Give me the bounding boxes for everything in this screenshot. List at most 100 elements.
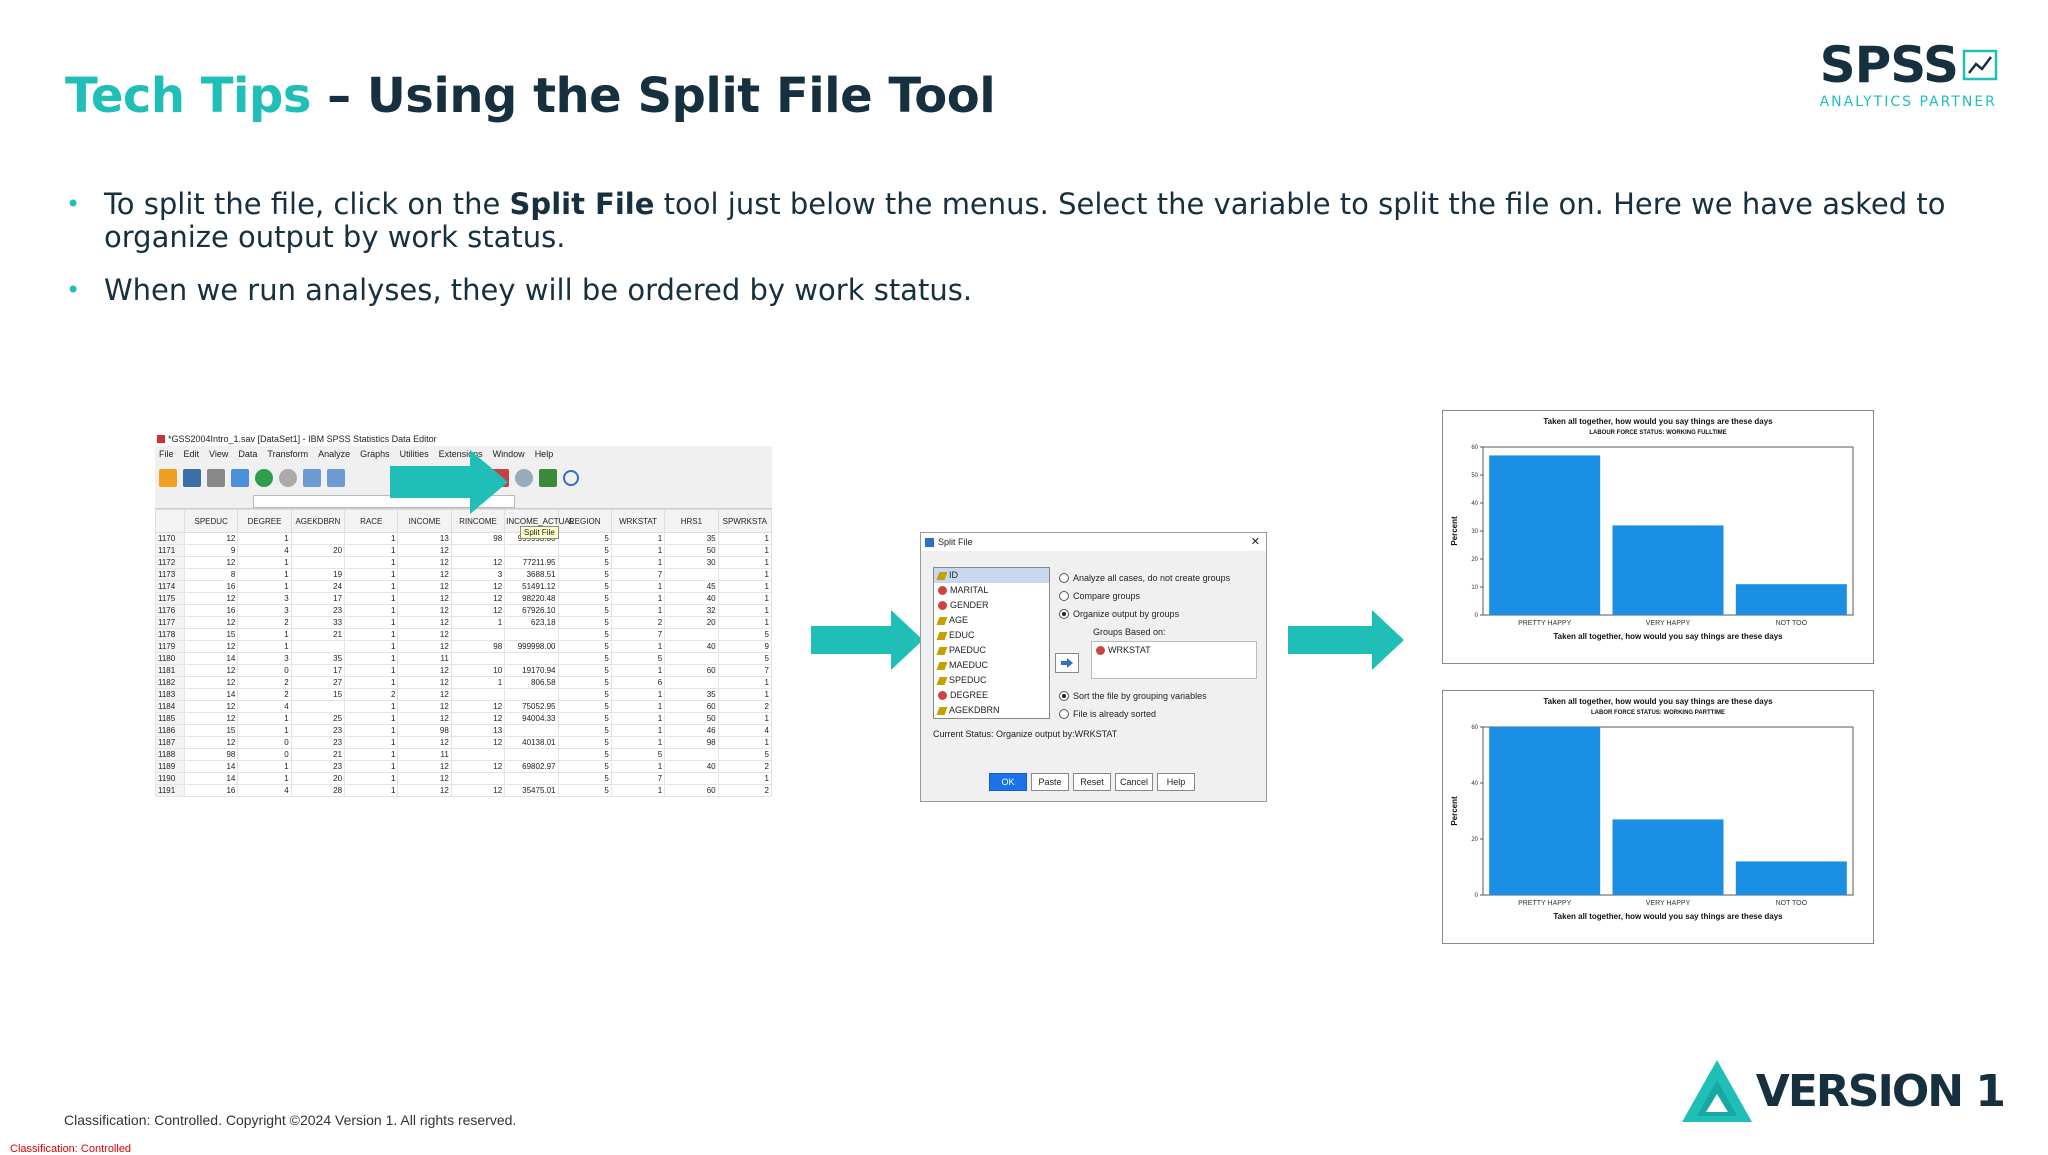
table-cell[interactable]: 4 [237,700,292,713]
table-cell[interactable]: 1 [237,724,292,737]
table-cell[interactable]: 14 [183,772,239,785]
table-cell[interactable]: 5 [557,664,612,677]
column-header[interactable]: DEGREE [237,509,292,533]
menu-help[interactable]: Help [535,449,554,459]
table-cell[interactable]: 23 [290,604,346,617]
table-cell[interactable]: 1 [344,700,399,713]
table-cell[interactable]: 7 [610,772,666,785]
table-cell[interactable]: 40 [664,592,719,605]
row-number[interactable]: 1189 [155,760,185,773]
column-header[interactable]: HRS1 [664,509,719,533]
print-icon[interactable] [207,469,225,487]
radio-button[interactable] [1059,609,1069,619]
table-cell[interactable]: 4 [237,784,292,797]
table-cell[interactable]: 5 [557,784,612,797]
table-cell[interactable] [504,544,559,557]
table-cell[interactable]: 45 [664,580,719,593]
table-cell[interactable]: 28 [290,784,346,797]
table-cell[interactable]: 0 [237,748,292,761]
table-cell[interactable]: 20 [664,616,719,629]
column-header[interactable]: WRKSTAT [610,509,666,533]
table-cell[interactable]: 21 [290,748,346,761]
menu-view[interactable]: View [209,449,228,459]
table-cell[interactable]: 5 [557,544,612,557]
table-cell[interactable]: 1 [237,640,292,653]
table-cell[interactable]: 98 [397,724,452,737]
table-cell[interactable]: 98220.48 [504,592,559,605]
table-cell[interactable]: 1 [717,592,773,605]
table-cell[interactable]: 1 [344,568,399,581]
menu-graphs[interactable]: Graphs [360,449,390,459]
menu-edit[interactable]: Edit [184,449,200,459]
table-cell[interactable]: 2 [717,700,773,713]
table-cell[interactable]: 19170.94 [504,664,559,677]
menu-transform[interactable]: Transform [267,449,308,459]
table-cell[interactable]: 1 [610,580,666,593]
row-number[interactable]: 1190 [155,772,185,785]
table-cell[interactable]: 5 [557,748,612,761]
table-cell[interactable]: 1 [610,556,666,569]
table-cell[interactable]: 5 [557,724,612,737]
row-number[interactable]: 1182 [155,676,185,689]
table-cell[interactable]: 23 [290,760,346,773]
table-cell[interactable]: 1 [344,556,399,569]
table-cell[interactable] [664,568,719,581]
table-cell[interactable]: 20 [290,544,346,557]
table-cell[interactable]: 12 [397,760,452,773]
table-cell[interactable]: 5 [610,652,666,665]
row-number[interactable]: 1185 [155,712,185,725]
row-number[interactable]: 1175 [155,592,185,605]
table-cell[interactable] [504,772,559,785]
table-cell[interactable]: 3 [237,652,292,665]
table-cell[interactable]: 40138.01 [504,736,559,749]
table-cell[interactable]: 1 [610,700,666,713]
table-cell[interactable]: 51491.12 [504,580,559,593]
table-cell[interactable]: 1 [344,736,399,749]
table-cell[interactable]: 23 [290,724,346,737]
table-cell[interactable]: 12 [397,784,452,797]
table-cell[interactable]: 1 [344,640,399,653]
table-cell[interactable]: 5 [557,616,612,629]
table-cell[interactable] [664,628,719,641]
table-cell[interactable]: 98 [664,736,719,749]
table-cell[interactable]: 5 [717,748,773,761]
table-cell[interactable]: 33 [290,616,346,629]
redo-icon[interactable] [279,469,297,487]
table-cell[interactable] [290,556,346,569]
reset-button[interactable]: Reset [1073,773,1111,791]
table-cell[interactable]: 5 [610,748,666,761]
table-cell[interactable]: 3688.51 [504,568,559,581]
table-cell[interactable]: 1 [610,760,666,773]
variable-list-item[interactable]: AGEKDBRN [934,703,1049,718]
table-cell[interactable]: 5 [557,700,612,713]
table-cell[interactable]: 14 [183,652,239,665]
row-number[interactable]: 1183 [155,688,185,701]
table-cell[interactable]: 17 [290,592,346,605]
menu-analyze[interactable]: Analyze [318,449,350,459]
table-cell[interactable]: 12 [183,532,239,545]
ok-button[interactable]: OK [989,773,1027,791]
table-cell[interactable] [450,688,506,701]
table-cell[interactable]: 1 [717,688,773,701]
table-cell[interactable]: 10 [450,664,506,677]
table-cell[interactable]: 12 [450,580,506,593]
table-cell[interactable]: 1 [450,616,506,629]
table-cell[interactable]: 13 [450,724,506,737]
row-number[interactable]: 1178 [155,628,185,641]
table-cell[interactable]: 46 [664,724,719,737]
table-cell[interactable]: 6 [610,676,666,689]
table-cell[interactable]: 1 [717,580,773,593]
table-cell[interactable]: 69802.97 [504,760,559,773]
table-cell[interactable]: 12 [450,556,506,569]
table-cell[interactable] [504,628,559,641]
variable-list-item[interactable]: GENDER [934,598,1049,613]
row-number[interactable]: 1174 [155,580,185,593]
table-cell[interactable]: 13 [397,532,452,545]
radio-already-sorted[interactable]: File is already sorted [1059,705,1207,723]
table-cell[interactable]: 40 [664,640,719,653]
table-cell[interactable]: 1 [610,544,666,557]
table-cell[interactable]: 1 [344,772,399,785]
table-cell[interactable]: 12 [397,604,452,617]
table-cell[interactable] [290,700,346,713]
table-cell[interactable]: 12 [183,640,239,653]
